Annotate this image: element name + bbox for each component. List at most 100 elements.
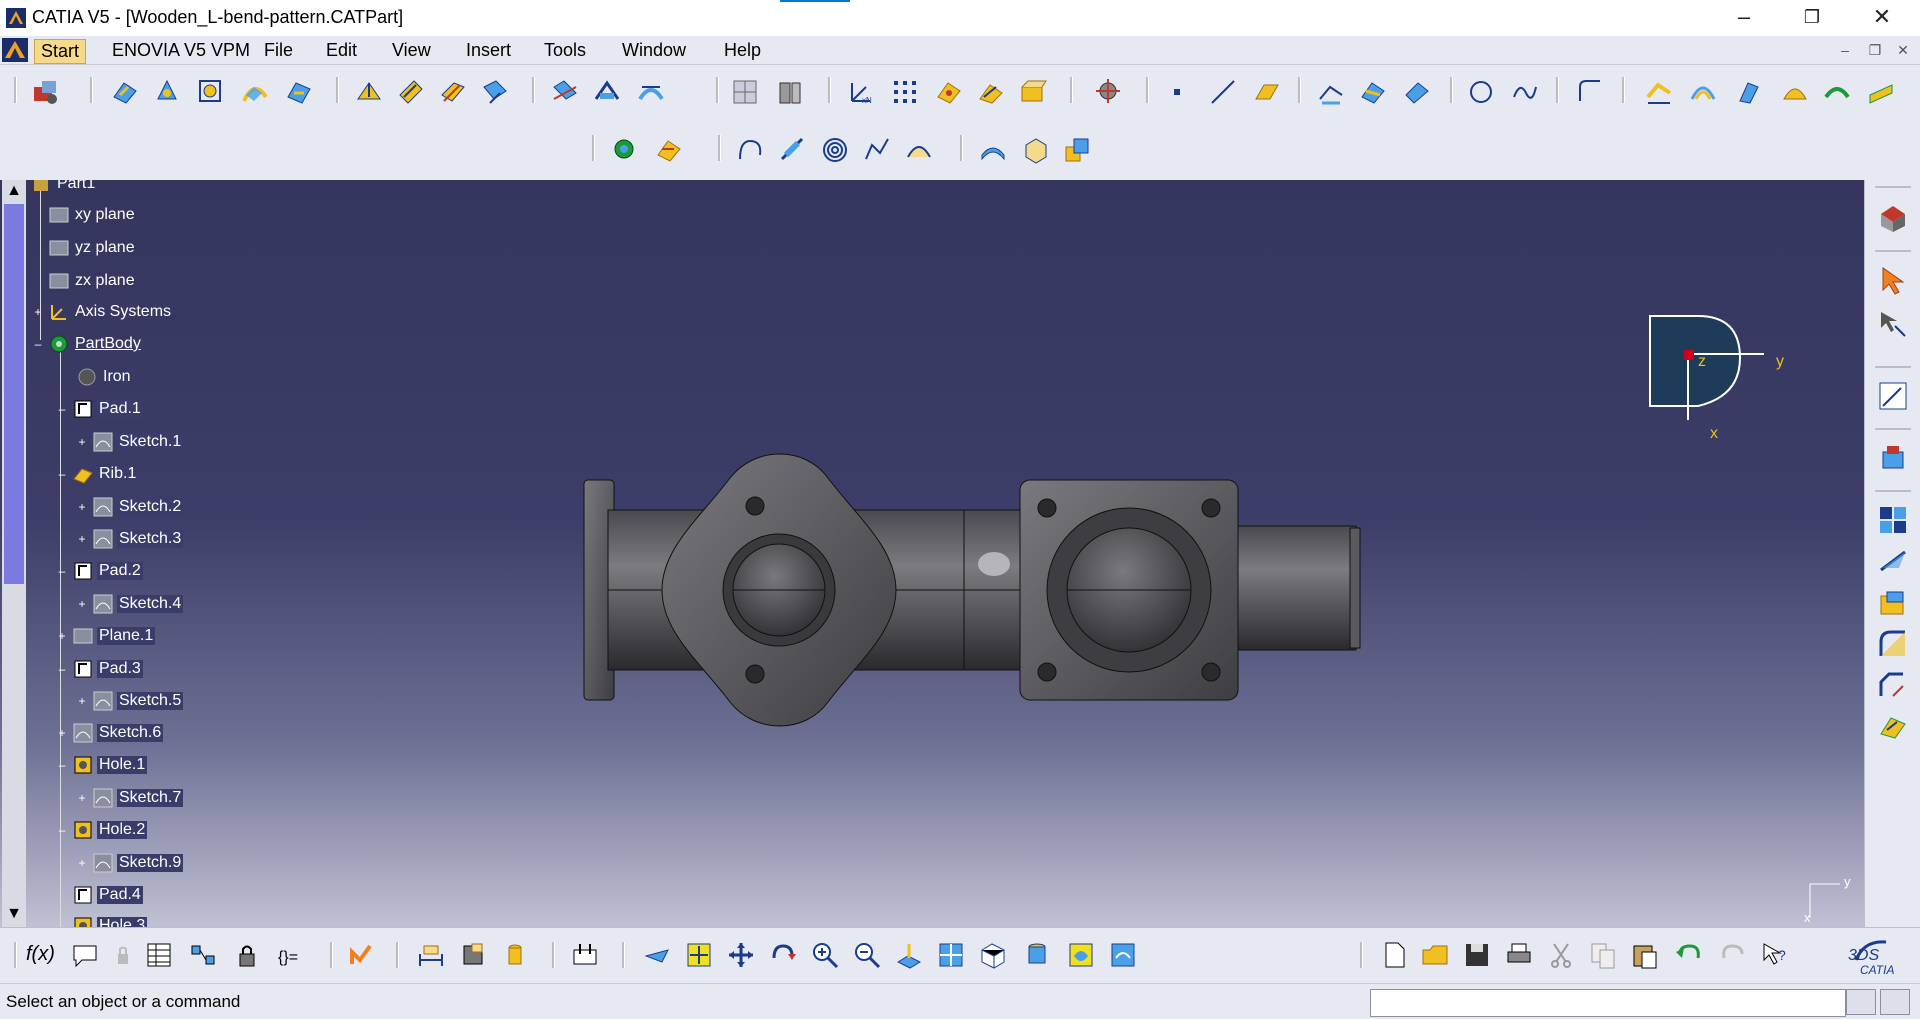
menu-tools[interactable]: Tools (538, 39, 592, 62)
fly-mode-icon[interactable] (642, 940, 672, 970)
collapse-icon[interactable]: – (56, 468, 68, 480)
tree-node-hole-3[interactable]: Hole.3 (72, 914, 148, 927)
tree-node-yz-plane[interactable]: yz plane (48, 236, 137, 260)
cut-icon[interactable] (1546, 940, 1576, 970)
menu-window[interactable]: Window (616, 39, 692, 62)
chamfer-icon[interactable] (1877, 670, 1909, 702)
tree-node-plane-1[interactable]: + Plane.1 (56, 624, 156, 648)
intersection-icon[interactable] (1358, 77, 1388, 107)
menu-help[interactable]: Help (718, 39, 767, 62)
redo-icon[interactable] (1718, 940, 1748, 970)
menu-enovia[interactable]: ENOVIA V5 VPM (106, 39, 256, 62)
parallel-curve-icon[interactable] (1688, 77, 1718, 107)
tree-node-rib-1[interactable]: – Rib.1 (56, 462, 138, 486)
collapse-icon[interactable]: – (56, 565, 68, 577)
surface-fill-icon[interactable] (1780, 77, 1810, 107)
tree-node-hole-2[interactable]: – Hole.2 (56, 818, 148, 842)
offset-icon[interactable] (354, 77, 384, 107)
knowledge-gear-icon[interactable] (610, 135, 640, 165)
tree-scrollbar[interactable]: ▲ ▼ (2, 180, 26, 927)
tree-node-axis-systems[interactable]: + Axis Systems (32, 300, 173, 324)
tree-node-sketch-9[interactable]: + Sketch.9 (76, 851, 184, 875)
tree-node-pad-1[interactable]: – Pad.1 (56, 397, 143, 421)
tree-node-zx-plane[interactable]: zx plane (48, 269, 137, 293)
shell-icon[interactable] (1877, 588, 1909, 620)
expand-icon[interactable]: + (76, 792, 88, 804)
instantiate-icon[interactable] (774, 77, 804, 107)
fit-all-icon[interactable] (684, 940, 714, 970)
expand-icon[interactable]: + (56, 630, 68, 642)
insert-sketch-icon[interactable] (976, 77, 1006, 107)
isometric-view-icon[interactable] (978, 940, 1008, 970)
create-body-icon[interactable] (1018, 77, 1048, 107)
comment-icon[interactable] (70, 940, 100, 970)
print-icon[interactable] (1504, 940, 1534, 970)
multi-view-icon[interactable] (936, 940, 966, 970)
rotate-icon[interactable] (768, 940, 798, 970)
sketch-grid-icon[interactable] (730, 77, 760, 107)
sphere-surface-icon[interactable] (196, 77, 226, 107)
menu-start[interactable]: Start (34, 39, 87, 64)
scroll-down-arrow-icon[interactable]: ▼ (4, 905, 24, 925)
expand-icon[interactable]: + (32, 306, 44, 318)
tree-node-sketch-1[interactable]: + Sketch.1 (76, 430, 184, 454)
tree-node-sketch-2[interactable]: + Sketch.2 (76, 495, 184, 519)
spine-icon[interactable] (904, 135, 934, 165)
axis-system-icon[interactable]: xN (846, 77, 876, 107)
lock-icon[interactable] (232, 940, 262, 970)
gear-tool-icon[interactable] (1094, 77, 1124, 107)
join-icon[interactable] (480, 77, 510, 107)
tree-node-sketch-3[interactable]: + Sketch.3 (76, 527, 184, 551)
minimize-button[interactable]: – (1714, 0, 1774, 34)
translate-icon[interactable] (636, 77, 666, 107)
whats-this-help-icon[interactable]: ? (1760, 940, 1790, 970)
projection-icon[interactable] (1316, 77, 1346, 107)
collapse-icon[interactable]: – (56, 759, 68, 771)
open-folder-icon[interactable] (1420, 940, 1450, 970)
combine-icon[interactable] (1402, 77, 1432, 107)
scroll-up-arrow-icon[interactable]: ▲ (4, 182, 24, 202)
split-icon[interactable] (550, 77, 580, 107)
collapse-icon[interactable]: – (56, 403, 68, 415)
doc-close-button[interactable]: ✕ (1894, 42, 1912, 58)
properties-icon[interactable] (570, 940, 600, 970)
zoom-in-icon[interactable] (810, 940, 840, 970)
revolve-icon[interactable] (152, 77, 182, 107)
multi-section-icon[interactable] (396, 77, 426, 107)
status-power-input-button[interactable] (1880, 989, 1910, 1015)
copy-icon[interactable] (1588, 940, 1618, 970)
tree-node-pad-2[interactable]: – Pad.2 (56, 559, 143, 583)
collapse-icon[interactable]: – (56, 824, 68, 836)
tree-node-sketch-5[interactable]: + Sketch.5 (76, 689, 184, 713)
rule-icon[interactable] (654, 135, 684, 165)
select-trap-icon[interactable] (1877, 308, 1909, 340)
equation-icon[interactable]: {}= (274, 940, 304, 970)
restore-button[interactable]: ❐ (1782, 0, 1842, 34)
catia-app-icon[interactable] (6, 8, 26, 28)
fill-icon[interactable] (284, 77, 314, 107)
extrude-icon[interactable] (110, 77, 140, 107)
blend-icon[interactable] (438, 77, 468, 107)
status-panel-button[interactable] (1846, 989, 1876, 1015)
expand-icon[interactable]: + (76, 598, 88, 610)
thickness-icon[interactable] (978, 135, 1008, 165)
expand-icon[interactable]: + (76, 695, 88, 707)
expand-icon[interactable]: + (76, 857, 88, 869)
expand-icon[interactable]: + (76, 533, 88, 545)
close-surface-icon[interactable] (1020, 135, 1050, 165)
compass-origin-handle[interactable] (1684, 350, 1694, 360)
expand-icon[interactable]: + (76, 436, 88, 448)
line-icon[interactable] (1208, 77, 1238, 107)
sketcher-icon[interactable] (1877, 380, 1909, 412)
pattern-icon[interactable] (1877, 504, 1909, 536)
pan-icon[interactable] (726, 940, 756, 970)
draft-icon[interactable] (1877, 546, 1909, 578)
point-icon[interactable] (1162, 77, 1192, 107)
tree-node-partbody[interactable]: – PartBody (32, 332, 143, 356)
tree-node-xy-plane[interactable]: xy plane (48, 203, 137, 227)
tree-node-sketch-7[interactable]: + Sketch.7 (76, 786, 184, 810)
command-input[interactable] (1370, 989, 1846, 1017)
sew-surface-icon[interactable] (1062, 135, 1092, 165)
undo-icon[interactable] (1674, 940, 1704, 970)
save-icon[interactable] (1462, 940, 1492, 970)
